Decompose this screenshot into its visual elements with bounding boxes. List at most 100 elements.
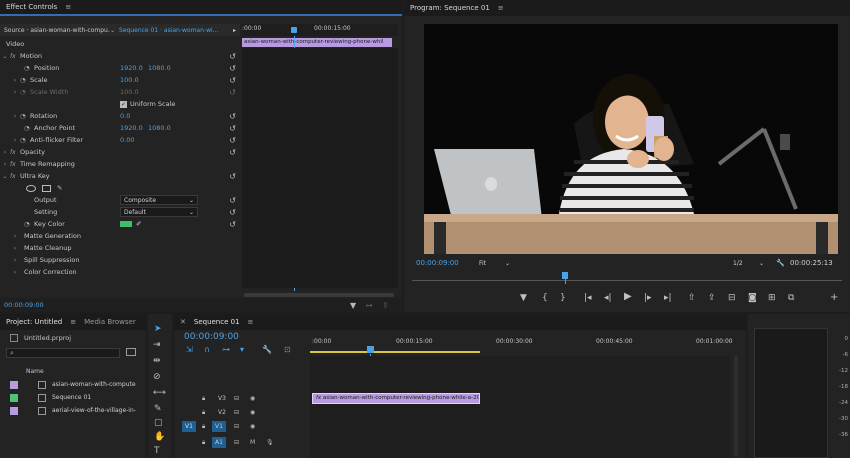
label-color-swatch[interactable]	[10, 380, 18, 389]
step-back-icon[interactable]: ◂|	[604, 293, 612, 303]
fx-icon[interactable]: fx	[10, 53, 20, 60]
step-forward-icon[interactable]: |▸	[644, 293, 652, 303]
sync-lock-icon[interactable]: ⊟	[234, 395, 239, 402]
fx-icon[interactable]: fx	[10, 173, 20, 180]
timeline-timecode[interactable]: 00:00:09:00	[184, 332, 239, 342]
sequence-tab[interactable]: Sequence 01	[194, 318, 240, 326]
fit-select[interactable]: Fit ⌄	[476, 258, 512, 268]
media-browser-tab[interactable]: Media Browser	[84, 318, 136, 326]
add-marker-icon[interactable]: ▾	[240, 345, 244, 354]
color-correction-row[interactable]: › Color Correction	[0, 266, 240, 278]
snap-icon[interactable]: ∩	[204, 345, 210, 354]
reset-icon[interactable]: ↺	[229, 220, 236, 229]
chevron-right-icon[interactable]: ›	[10, 137, 20, 144]
stopwatch-icon[interactable]: ◔	[24, 124, 34, 132]
slip-tool-icon[interactable]: ⟷	[153, 388, 166, 398]
program-scrub-ruler[interactable]	[412, 272, 842, 284]
sync-lock-icon[interactable]: ⊟	[234, 409, 239, 416]
add-marker-icon[interactable]: ▼	[520, 293, 527, 303]
matte-generation-row[interactable]: › Matte Generation	[0, 230, 240, 242]
opacity-row[interactable]: › fx Opacity ↺	[0, 146, 240, 158]
effect-controls-tab[interactable]: Effect Controls	[6, 3, 57, 11]
ec-clip-bar[interactable]: asian-woman-with-computer-reviewing-phon…	[242, 38, 392, 47]
lock-icon[interactable]: 🔒︎	[202, 423, 205, 431]
rect-mask-icon[interactable]	[42, 184, 51, 192]
anchor-x-value[interactable]: 1920.0	[120, 124, 143, 132]
ec-ruler[interactable]: :00:00 00:00:15:00	[242, 24, 398, 36]
eye-icon[interactable]: ◉	[250, 423, 255, 430]
lock-icon[interactable]: 🔒︎	[202, 409, 205, 417]
chevron-right-icon[interactable]: ›	[10, 113, 20, 120]
name-column-header[interactable]: Name	[26, 368, 44, 375]
mark-in-icon[interactable]: {	[542, 293, 548, 303]
project-search[interactable]: ⌕	[6, 348, 120, 358]
panel-menu-icon[interactable]: ≡	[70, 318, 76, 326]
chevron-right-icon[interactable]: ›	[0, 149, 10, 156]
position-y-value[interactable]: 1080.0	[148, 64, 171, 72]
rotation-value[interactable]: 0.0	[120, 112, 130, 120]
nest-icon[interactable]: ⇲	[186, 345, 193, 354]
rectangle-tool-icon[interactable]: ▢	[154, 418, 163, 428]
project-list-item[interactable]: Sequence 01	[0, 391, 146, 404]
go-to-in-icon[interactable]: |◂	[584, 293, 592, 303]
program-tab[interactable]: Program: Sequence 01	[410, 4, 490, 12]
ec-footer-timecode[interactable]: 00:00:09:00	[4, 301, 44, 309]
work-area-bar[interactable]	[310, 351, 480, 353]
resolution-select[interactable]: 1/2 ⌄	[730, 258, 766, 268]
checkbox-checked[interactable]: ✓	[120, 100, 127, 108]
track-label[interactable]: A1	[212, 437, 226, 448]
hand-tool-icon[interactable]: ✋	[154, 432, 165, 442]
time-remapping-row[interactable]: › fx Time Remapping	[0, 158, 240, 170]
add-button-icon[interactable]: +	[830, 293, 838, 303]
camera-icon[interactable]: ◙	[748, 293, 757, 303]
chevron-right-icon[interactable]: ›	[10, 257, 20, 264]
label-color-swatch[interactable]	[10, 406, 18, 415]
mic-icon[interactable]: 🎙︎	[266, 439, 274, 446]
reset-icon[interactable]: ↺	[229, 52, 236, 61]
mark-out-icon[interactable]: }	[560, 293, 566, 303]
lock-icon[interactable]: 🔒︎	[202, 395, 205, 403]
chevron-right-icon[interactable]: ›	[10, 269, 20, 276]
export-icon[interactable]: ⇪	[382, 301, 389, 310]
motion-row[interactable]: ⌄ fx Motion ↺	[0, 50, 240, 62]
insert-icon[interactable]: ⊟	[728, 293, 736, 303]
lock-icon[interactable]: 🔒︎	[202, 439, 205, 447]
matte-cleanup-row[interactable]: › Matte Cleanup	[0, 242, 240, 254]
key-color-swatch[interactable]	[120, 221, 132, 227]
ec-zoom-scrollbar[interactable]	[244, 293, 394, 297]
stopwatch-icon[interactable]: ◔	[20, 136, 30, 144]
timeline-ruler[interactable]: :00:00 00:00:15:00 00:00:30:00 00:00:45:…	[310, 334, 738, 354]
reset-icon[interactable]: ↺	[229, 196, 236, 205]
stopwatch-icon[interactable]: ◔	[20, 112, 30, 120]
sync-lock-icon[interactable]: ⊟	[234, 423, 239, 430]
project-list-item[interactable]: aerial-view-of-the-village-in-	[0, 404, 146, 417]
wrench-icon[interactable]: 🔧	[262, 345, 272, 354]
reset-icon[interactable]: ↺	[229, 124, 236, 133]
source-patch-v1[interactable]: V1	[182, 421, 196, 432]
panel-menu-icon[interactable]: ≡	[248, 318, 254, 326]
pen-mask-icon[interactable]: ✎	[57, 184, 62, 192]
sequence-label[interactable]: Sequence 01 · asian-woman-wi...	[119, 27, 229, 34]
reset-icon[interactable]: ↺	[229, 112, 236, 121]
pen-tool-icon[interactable]: ✎	[154, 404, 162, 414]
close-icon[interactable]: ✕	[180, 318, 186, 326]
project-list-item[interactable]: asian-woman-with-compute	[0, 378, 146, 391]
panel-menu-icon[interactable]: ≡	[498, 4, 504, 12]
panel-menu-icon[interactable]: ≡	[65, 3, 71, 11]
playhead-marker[interactable]	[291, 27, 297, 33]
reset-icon[interactable]: ↺	[229, 136, 236, 145]
extract-icon[interactable]: ⇪	[708, 293, 716, 303]
ellipse-mask-icon[interactable]	[26, 184, 36, 192]
new-bin-icon[interactable]	[126, 348, 136, 356]
eye-icon[interactable]: ◉	[250, 409, 255, 416]
sync-lock-icon[interactable]: ⊟	[234, 439, 239, 446]
stopwatch-icon[interactable]: ◔	[24, 64, 34, 72]
position-x-value[interactable]: 1920.0	[120, 64, 143, 72]
ripple-edit-tool-icon[interactable]: ⇹	[153, 356, 161, 366]
program-timecode[interactable]: 00:00:09:00	[416, 259, 459, 267]
chevron-down-icon[interactable]: ⌄	[0, 173, 10, 180]
anchor-y-value[interactable]: 1080.0	[148, 124, 171, 132]
comparison-view-icon[interactable]: ⊞	[768, 293, 776, 303]
type-tool-icon[interactable]: T	[154, 446, 160, 456]
chevron-right-icon[interactable]: ›	[10, 77, 20, 84]
